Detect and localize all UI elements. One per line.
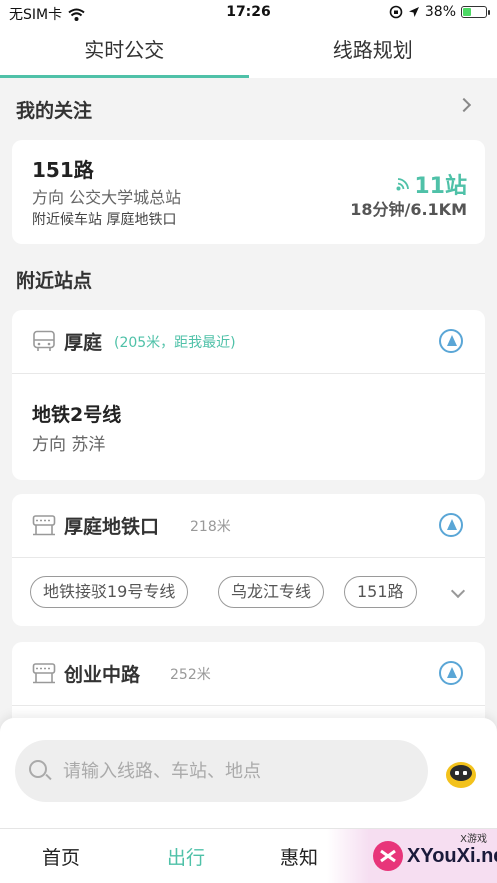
stop-distance: 218米 bbox=[190, 519, 231, 535]
favorite-route-direction: 方向 公交大学城总站 bbox=[32, 188, 182, 207]
line-name: 地铁2号线 bbox=[32, 404, 122, 426]
assistant-robot-icon[interactable] bbox=[443, 758, 479, 790]
navigate-icon[interactable] bbox=[439, 661, 463, 685]
search-input[interactable] bbox=[63, 756, 413, 786]
search-box[interactable] bbox=[15, 740, 428, 802]
watermark: XYouXi.net X游戏 bbox=[327, 829, 497, 883]
stop-header[interactable]: 创业中路 252米 bbox=[12, 642, 485, 706]
bottom-nav: 首页 出行 惠知 XYouXi.net X游戏 bbox=[0, 828, 497, 883]
search-icon bbox=[29, 760, 47, 778]
route-chip[interactable]: 151路 bbox=[344, 576, 417, 608]
stop-name: 创业中路 bbox=[64, 664, 141, 686]
route-chip[interactable]: 乌龙江专线 bbox=[218, 576, 325, 608]
stop-header[interactable]: 厚庭 (205米，距我最近) bbox=[12, 310, 485, 374]
route-chips: 地铁接驳19号专线 乌龙江专线 151路 bbox=[12, 558, 485, 626]
line-direction: 方向 苏洋 bbox=[32, 435, 106, 455]
nav-home[interactable]: 首页 bbox=[42, 843, 80, 870]
bus-icon bbox=[33, 330, 55, 351]
stop-distance: (205米，距我最近) bbox=[114, 335, 236, 351]
status-right: 38% bbox=[389, 4, 490, 20]
watermark-text: XYouXi.net bbox=[407, 845, 497, 867]
favorites-title[interactable]: 我的关注 bbox=[16, 96, 92, 123]
location-arrow-icon bbox=[408, 7, 419, 17]
battery-icon bbox=[461, 6, 490, 18]
watermark-sub: X游戏 bbox=[460, 834, 487, 845]
battery-level bbox=[463, 8, 471, 16]
nav-huizhi[interactable]: 惠知 bbox=[280, 843, 318, 870]
nearby-title: 附近站点 bbox=[16, 270, 93, 292]
stop-name: 厚庭 bbox=[64, 332, 103, 354]
top-tabs: 实时公交 线路规划 bbox=[0, 26, 497, 78]
favorite-route-name: 151路 bbox=[32, 158, 94, 182]
bus-stop-icon bbox=[32, 515, 56, 536]
stop-name: 厚庭地铁口 bbox=[64, 516, 160, 538]
search-sheet bbox=[0, 718, 497, 828]
chevron-down-icon[interactable] bbox=[450, 583, 466, 599]
signal-icon bbox=[396, 178, 410, 191]
favorite-route-card[interactable]: 151路 方向 公交大学城总站 附近候车站 厚庭地铁口 11站 18分钟/6.1… bbox=[12, 140, 485, 244]
status-bar: 无SIM卡 17:26 38% bbox=[0, 0, 497, 26]
stop-card-houting[interactable]: 厚庭 (205米，距我最近) 地铁2号线 方向 苏洋 bbox=[12, 310, 485, 480]
gamepad-icon bbox=[373, 841, 403, 871]
stop-header[interactable]: 厚庭地铁口 218米 bbox=[12, 494, 485, 558]
battery-percent: 38% bbox=[424, 4, 456, 20]
eta-distance: 18分钟/6.1KM bbox=[350, 200, 467, 219]
tab-route-planning[interactable]: 线路规划 bbox=[249, 26, 497, 78]
stop-card-houting-metro[interactable]: 厚庭地铁口 218米 地铁接驳19号专线 乌龙江专线 151路 bbox=[12, 494, 485, 626]
orientation-lock-icon bbox=[389, 5, 403, 19]
navigate-icon[interactable] bbox=[439, 329, 463, 353]
navigate-icon[interactable] bbox=[439, 513, 463, 537]
stop-distance: 252米 bbox=[170, 667, 211, 683]
bus-stop-icon bbox=[32, 663, 56, 684]
route-chip[interactable]: 地铁接驳19号专线 bbox=[30, 576, 189, 608]
favorite-nearby-stop: 附近候车站 厚庭地铁口 bbox=[32, 212, 177, 228]
nav-travel[interactable]: 出行 bbox=[167, 843, 205, 870]
chevron-right-icon[interactable] bbox=[456, 97, 472, 113]
tab-realtime-bus[interactable]: 实时公交 bbox=[0, 26, 249, 78]
